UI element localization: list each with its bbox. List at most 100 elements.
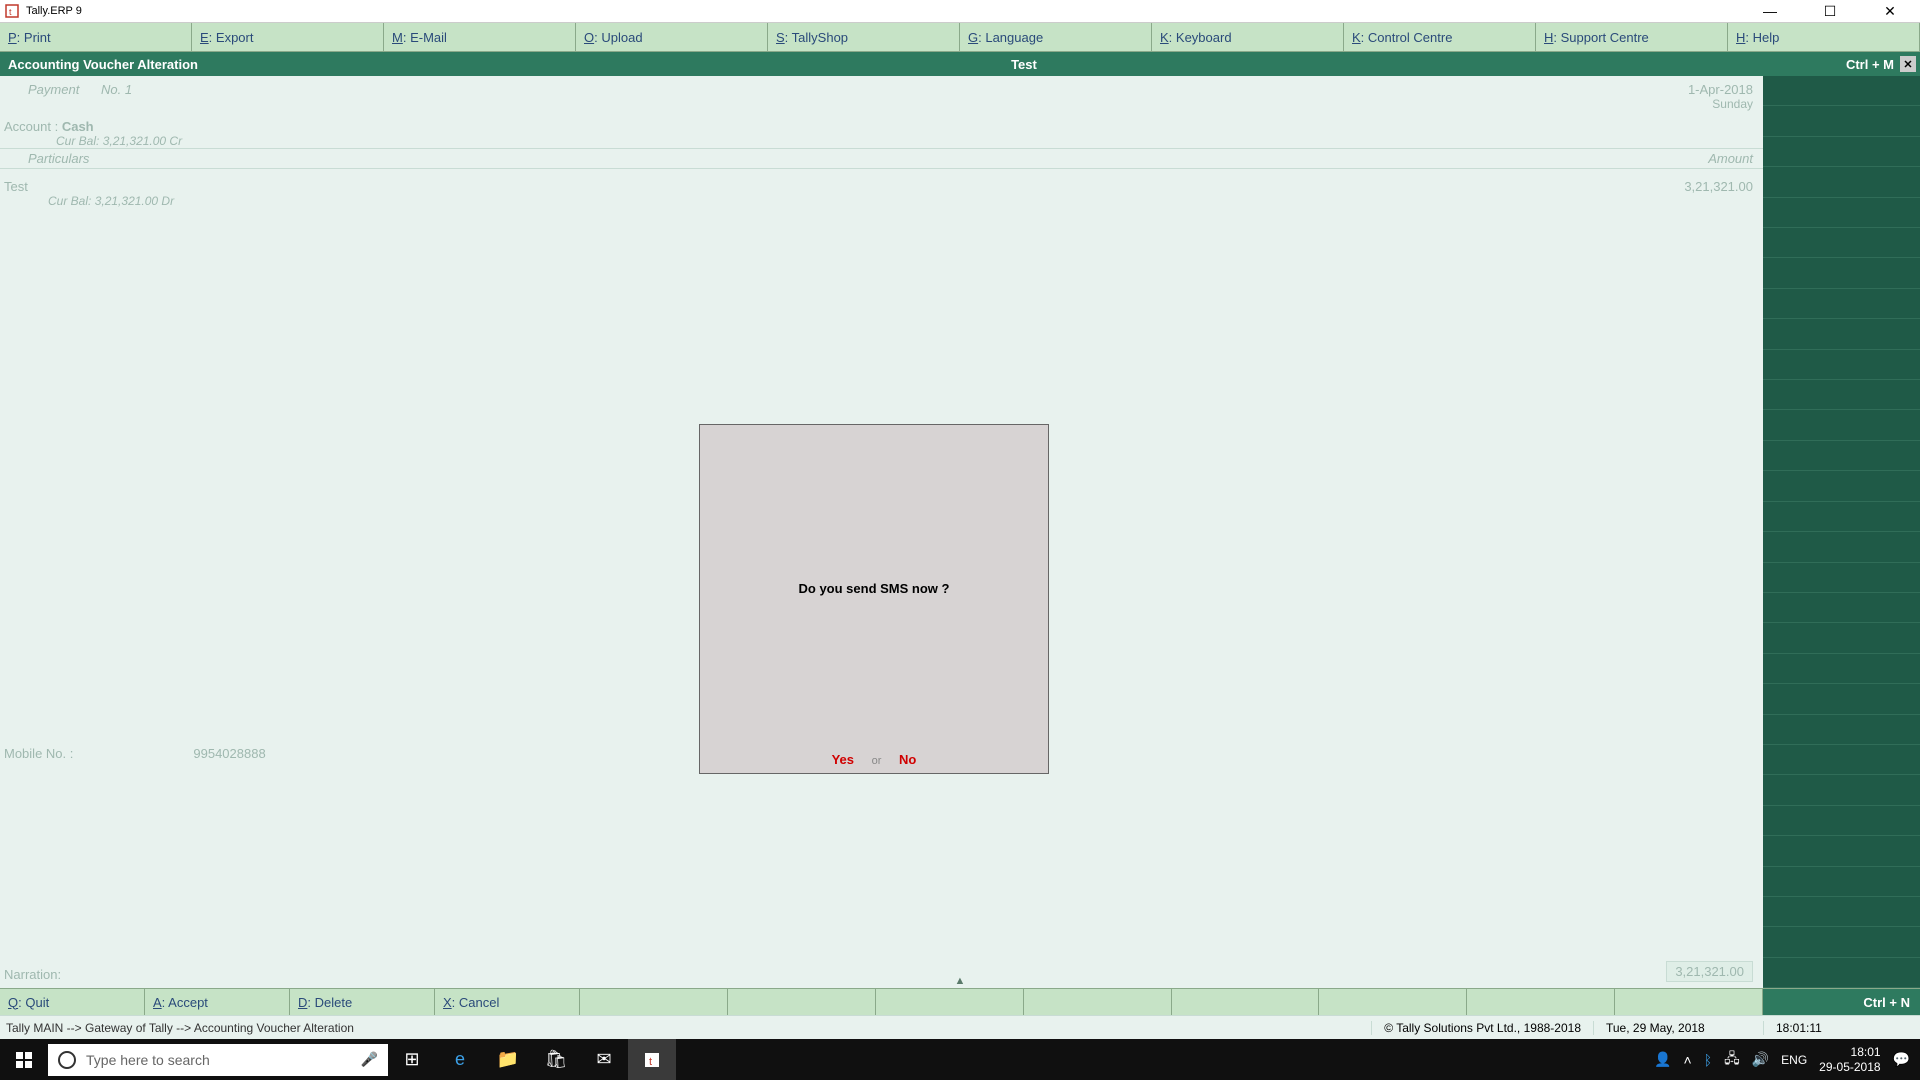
mobile-value: 9954028888 — [193, 746, 265, 761]
sidebar-slot[interactable] — [1763, 350, 1920, 380]
dialog-no-button[interactable]: No — [899, 752, 916, 767]
taskbar-clock[interactable]: 18:01 29-05-2018 — [1819, 1045, 1880, 1074]
narration-label: Narration: — [4, 967, 61, 982]
expand-arrow-icon[interactable]: ▲ — [955, 975, 966, 987]
sidebar-slot[interactable] — [1763, 198, 1920, 228]
svg-text:t: t — [649, 1056, 652, 1068]
particulars-header: Particulars — [28, 151, 1708, 166]
network-icon[interactable]: 🖧 — [1724, 1048, 1740, 1072]
mic-icon[interactable]: 🎤 — [361, 1051, 378, 1068]
sidebar-slot[interactable] — [1763, 836, 1920, 866]
top-menu: P: Print E: Export M: E-Mail O: Upload S… — [0, 23, 1920, 52]
bluetooth-icon[interactable]: ᛒ — [1704, 1052, 1712, 1068]
menu-control-centre[interactable]: K: Control Centre — [1344, 23, 1536, 51]
sidebar-slot[interactable] — [1763, 502, 1920, 532]
bottom-quit[interactable]: Q: Quit — [0, 989, 145, 1015]
volume-icon[interactable]: 🔊 — [1752, 1051, 1769, 1068]
sidebar-slot[interactable] — [1763, 441, 1920, 471]
tray-chevron-icon[interactable]: ˄ — [1684, 1052, 1692, 1068]
search-placeholder: Type here to search — [86, 1052, 210, 1068]
sidebar-slot[interactable] — [1763, 927, 1920, 957]
sms-confirm-dialog: Do you send SMS now ? Yes or No — [699, 424, 1049, 774]
task-view-icon[interactable]: ⊞ — [388, 1039, 436, 1080]
taskbar-search[interactable]: Type here to search 🎤 — [48, 1044, 388, 1076]
bottom-delete[interactable]: D: Delete — [290, 989, 435, 1015]
menu-keyboard[interactable]: K: Keyboard — [1152, 23, 1344, 51]
sidebar-slot[interactable] — [1763, 167, 1920, 197]
menu-support-centre[interactable]: H: Support Centre — [1536, 23, 1728, 51]
dialog-or-text: or — [872, 755, 882, 767]
notifications-icon[interactable]: 💬 — [1893, 1051, 1910, 1068]
dialog-yes-button[interactable]: Yes — [832, 752, 854, 767]
status-date: Tue, 29 May, 2018 — [1593, 1021, 1763, 1035]
sidebar-slot[interactable] — [1763, 258, 1920, 288]
sidebar-slot[interactable] — [1763, 867, 1920, 897]
ledger-name: Test — [4, 179, 1684, 194]
sidebar-slot[interactable] — [1763, 745, 1920, 775]
menu-email[interactable]: M: E-Mail — [384, 23, 576, 51]
edge-icon[interactable]: e — [436, 1039, 484, 1080]
account-label: Account : — [4, 119, 58, 134]
breadcrumb: Tally MAIN --> Gateway of Tally --> Acco… — [0, 1021, 1371, 1035]
cortana-icon — [58, 1051, 76, 1069]
file-explorer-icon[interactable]: 📁 — [484, 1039, 532, 1080]
menu-export[interactable]: E: Export — [192, 23, 384, 51]
dialog-message: Do you send SMS now ? — [700, 425, 1048, 752]
sidebar-slot[interactable] — [1763, 715, 1920, 745]
tally-taskbar-icon[interactable]: t — [628, 1039, 676, 1080]
close-button[interactable]: ✕ — [1870, 1, 1910, 21]
sidebar-slot[interactable] — [1763, 410, 1920, 440]
mobile-label: Mobile No. : — [4, 746, 73, 761]
screen-title: Accounting Voucher Alteration — [0, 57, 206, 72]
menu-upload[interactable]: O: Upload — [576, 23, 768, 51]
svg-text:t: t — [9, 7, 12, 17]
bottom-cancel[interactable]: X: Cancel — [435, 989, 580, 1015]
calculator-shortcut[interactable]: Ctrl + N — [1763, 989, 1920, 1015]
minimize-button[interactable]: — — [1750, 1, 1790, 21]
sidebar-slot[interactable] — [1763, 684, 1920, 714]
bottom-accept[interactable]: A: Accept — [145, 989, 290, 1015]
voucher-date: 1-Apr-2018Sunday — [1688, 82, 1753, 111]
sidebar-slot[interactable] — [1763, 775, 1920, 805]
sidebar-slot[interactable] — [1763, 958, 1920, 988]
account-name: Cash — [62, 119, 94, 134]
sidebar-slot[interactable] — [1763, 137, 1920, 167]
language-indicator[interactable]: ENG — [1781, 1053, 1807, 1067]
ledger-amount: 3,21,321.00 — [1684, 179, 1753, 208]
start-button[interactable] — [0, 1039, 48, 1080]
mail-icon[interactable]: ✉ — [580, 1039, 628, 1080]
sidebar-slot[interactable] — [1763, 76, 1920, 106]
copyright: © Tally Solutions Pvt Ltd., 1988-2018 — [1371, 1021, 1593, 1035]
sidebar-slot[interactable] — [1763, 563, 1920, 593]
company-name: Test — [206, 57, 1842, 72]
sidebar-slot[interactable] — [1763, 593, 1920, 623]
status-bar: Tally MAIN --> Gateway of Tally --> Acco… — [0, 1015, 1920, 1039]
ledger-balance: 3,21,321.00 Dr — [95, 194, 174, 208]
screen-header: Accounting Voucher Alteration Test Ctrl … — [0, 52, 1920, 76]
menu-language[interactable]: G: Language — [960, 23, 1152, 51]
store-icon[interactable]: 🛍 — [532, 1039, 580, 1080]
sidebar-slot[interactable] — [1763, 228, 1920, 258]
sidebar-slot[interactable] — [1763, 532, 1920, 562]
sidebar-slot[interactable] — [1763, 319, 1920, 349]
sidebar-slot[interactable] — [1763, 106, 1920, 136]
people-icon[interactable]: 👤 — [1654, 1051, 1671, 1068]
sidebar-slot[interactable] — [1763, 654, 1920, 684]
app-icon: t — [4, 3, 20, 19]
sidebar-slot[interactable] — [1763, 471, 1920, 501]
menu-print[interactable]: P: Print — [0, 23, 192, 51]
sidebar-slot[interactable] — [1763, 380, 1920, 410]
window-title: Tally.ERP 9 — [26, 5, 1750, 17]
sidebar-slot[interactable] — [1763, 623, 1920, 653]
voucher-total: 3,21,321.00 — [1666, 961, 1753, 982]
voucher-no: No. 1 — [101, 82, 132, 97]
windows-taskbar: Type here to search 🎤 ⊞ e 📁 🛍 ✉ t 👤 ˄ ᛒ … — [0, 1039, 1920, 1080]
menu-help[interactable]: H: Help — [1728, 23, 1920, 51]
header-close-icon[interactable]: ✕ — [1900, 56, 1916, 72]
sidebar-slot[interactable] — [1763, 897, 1920, 927]
sidebar-slot[interactable] — [1763, 289, 1920, 319]
sidebar-slot[interactable] — [1763, 806, 1920, 836]
bottom-menu: Q: Quit A: Accept D: Delete X: Cancel Ct… — [0, 988, 1920, 1015]
maximize-button[interactable]: ☐ — [1810, 1, 1850, 21]
menu-tallyshop[interactable]: S: TallyShop — [768, 23, 960, 51]
